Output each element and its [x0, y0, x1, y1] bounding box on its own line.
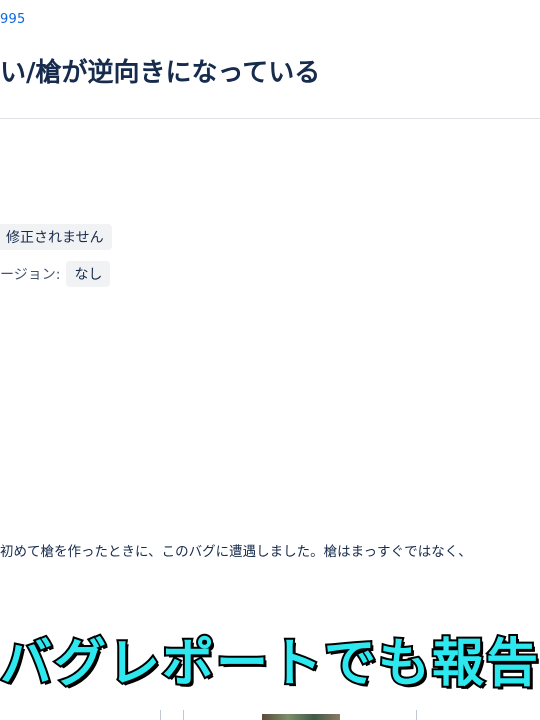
fix-version-field: ージョン: なし [0, 261, 111, 287]
issue-description: 初めて槍を作ったときに、このバグに遭遇しました。槍はまっすぐではなく、 [0, 544, 472, 560]
fix-version-lozenge[interactable]: なし [66, 261, 111, 287]
strip-divider [183, 710, 184, 720]
issue-title: い/槍が逆向きになっている [0, 58, 321, 88]
issue-key-link[interactable]: 995 [0, 12, 25, 27]
strip-divider [416, 710, 417, 720]
attachment-thumbnail[interactable] [262, 714, 340, 720]
bottom-attachment-strip [0, 706, 540, 720]
strip-divider [160, 710, 161, 720]
video-caption-overlay: バグレポートでも報告され [0, 632, 540, 696]
fix-version-label: ージョン: [0, 267, 61, 283]
resolution-field: 修正されません [0, 224, 112, 250]
header-divider [0, 118, 540, 119]
resolution-lozenge: 修正されません [0, 224, 112, 250]
